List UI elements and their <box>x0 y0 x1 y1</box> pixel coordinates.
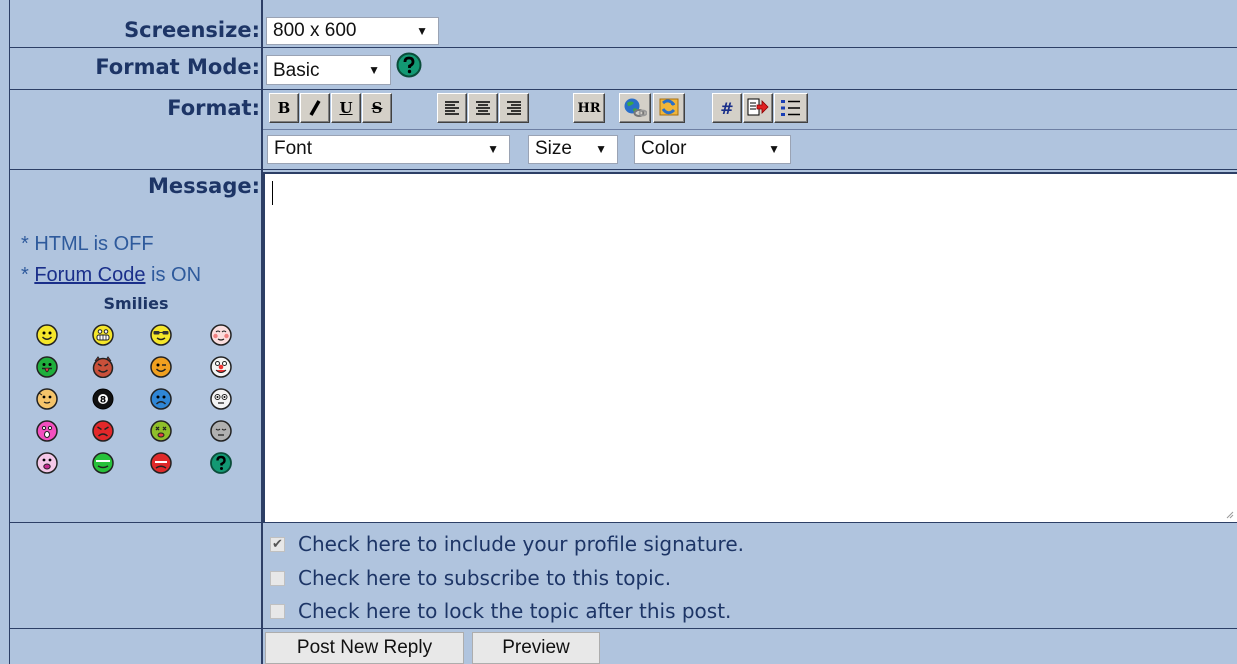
screensize-select[interactable]: 800 x 600 ▼ <box>266 17 439 45</box>
row-divider <box>9 47 1237 48</box>
message-label: Message: <box>148 174 260 198</box>
color-select-value: Color <box>641 138 687 159</box>
tongue-icon[interactable] <box>36 356 58 378</box>
bullet-list-icon <box>781 100 800 116</box>
format-mode-select[interactable]: Basic ▼ <box>266 55 391 85</box>
row-divider <box>9 522 1237 523</box>
size-select[interactable]: Size ▼ <box>528 135 618 164</box>
hash-label: # <box>720 98 734 118</box>
list-button[interactable] <box>774 93 808 123</box>
text-cursor <box>272 181 273 205</box>
font-select[interactable]: Font ▼ <box>267 135 510 164</box>
horizontal-rule-button[interactable]: HR <box>573 93 605 123</box>
align-right-button[interactable] <box>499 93 529 123</box>
row-divider <box>9 89 1237 90</box>
signature-checkbox-label: Check here to include your profile signa… <box>298 532 744 556</box>
message-textarea[interactable] <box>263 172 1237 522</box>
hyperlink-button[interactable] <box>619 93 651 123</box>
dropdown-arrow-icon: ▼ <box>595 142 607 156</box>
lock-topic-checkbox[interactable] <box>270 603 285 619</box>
svg-text:8: 8 <box>100 396 106 406</box>
sad-icon[interactable] <box>150 388 172 410</box>
forum-code-prefix: * <box>21 264 35 286</box>
quote-arrow-icon <box>747 98 769 116</box>
dropdown-arrow-icon: ▼ <box>416 24 428 38</box>
quote-button[interactable] <box>743 93 773 123</box>
hr-label: HR <box>577 100 601 116</box>
strikethrough-label: S <box>371 99 383 117</box>
kisses-icon[interactable] <box>36 452 58 474</box>
html-status: * HTML is OFF <box>21 233 154 255</box>
align-left-icon <box>445 101 459 115</box>
toolbar-divider <box>263 129 1237 130</box>
preview-button[interactable]: Preview <box>472 632 600 664</box>
strikethrough-button[interactable]: S <box>362 93 392 123</box>
format-mode-label: Format Mode: <box>95 55 260 79</box>
post-new-reply-button[interactable]: Post New Reply <box>265 632 464 664</box>
forum-code-link[interactable]: Forum Code <box>34 264 145 286</box>
align-center-icon <box>476 101 490 115</box>
approve-icon[interactable] <box>92 452 114 474</box>
big-grin-icon[interactable] <box>92 324 114 346</box>
image-button[interactable] <box>653 93 685 123</box>
evil-icon[interactable] <box>92 356 114 378</box>
cool-icon[interactable] <box>150 324 172 346</box>
lock-topic-checkbox-label: Check here to lock the topic after this … <box>298 599 732 623</box>
bold-label: B <box>277 99 291 117</box>
row-divider <box>9 169 1237 170</box>
dropdown-arrow-icon: ▼ <box>768 142 780 156</box>
left-border <box>9 0 10 664</box>
format-label: Format: <box>167 96 260 120</box>
resize-handle-icon[interactable] <box>1224 509 1234 519</box>
signature-checkbox[interactable]: ✔ <box>270 536 285 552</box>
code-button[interactable]: # <box>712 93 742 123</box>
signature-checkbox-row[interactable]: ✔ Check here to include your profile sig… <box>270 532 744 556</box>
smilies-title: Smilies <box>103 294 169 313</box>
italic-button[interactable] <box>300 93 330 123</box>
shy-icon[interactable] <box>36 388 58 410</box>
dead-icon[interactable] <box>150 420 172 442</box>
sleepy-icon[interactable] <box>210 420 232 442</box>
globe-link-icon <box>624 98 647 117</box>
disapprove-icon[interactable] <box>150 452 172 474</box>
forum-code-status: * Forum Code is ON <box>21 264 201 287</box>
surprised-icon[interactable] <box>36 420 58 442</box>
italic-icon <box>309 100 321 116</box>
font-select-value: Font <box>274 138 313 159</box>
underline-button[interactable]: U <box>331 93 361 123</box>
format-mode-select-value: Basic <box>273 60 320 81</box>
screensize-label: Screensize: <box>124 18 260 42</box>
shock-icon[interactable] <box>210 388 232 410</box>
8ball-icon[interactable]: 8 <box>92 388 114 410</box>
blush-icon[interactable] <box>210 324 232 346</box>
subscribe-checkbox[interactable] <box>270 570 285 586</box>
reply-form: Screensize: Format Mode: Format: Message… <box>0 0 1237 664</box>
size-select-value: Size <box>535 138 572 159</box>
angry-icon[interactable] <box>92 420 114 442</box>
dropdown-arrow-icon: ▼ <box>487 142 499 156</box>
lock-topic-checkbox-row[interactable]: Check here to lock the topic after this … <box>270 599 731 623</box>
insert-image-icon <box>659 98 679 116</box>
color-select[interactable]: Color ▼ <box>634 135 791 164</box>
screensize-select-value: 800 x 600 <box>273 20 357 41</box>
dropdown-arrow-icon: ▼ <box>368 63 380 77</box>
align-left-button[interactable] <box>437 93 467 123</box>
row-divider <box>9 628 1237 629</box>
align-right-icon <box>507 101 521 115</box>
underline-label: U <box>339 99 353 117</box>
wink-icon[interactable] <box>150 356 172 378</box>
subscribe-checkbox-row[interactable]: Check here to subscribe to this topic. <box>270 566 671 590</box>
question-icon[interactable] <box>210 452 232 474</box>
forum-code-suffix: is ON <box>145 264 202 286</box>
align-center-button[interactable] <box>468 93 498 123</box>
bold-button[interactable]: B <box>269 93 299 123</box>
subscribe-checkbox-label: Check here to subscribe to this topic. <box>298 566 672 590</box>
clown-icon[interactable] <box>210 356 232 378</box>
smile-icon[interactable] <box>36 324 58 346</box>
help-icon[interactable] <box>396 52 422 78</box>
